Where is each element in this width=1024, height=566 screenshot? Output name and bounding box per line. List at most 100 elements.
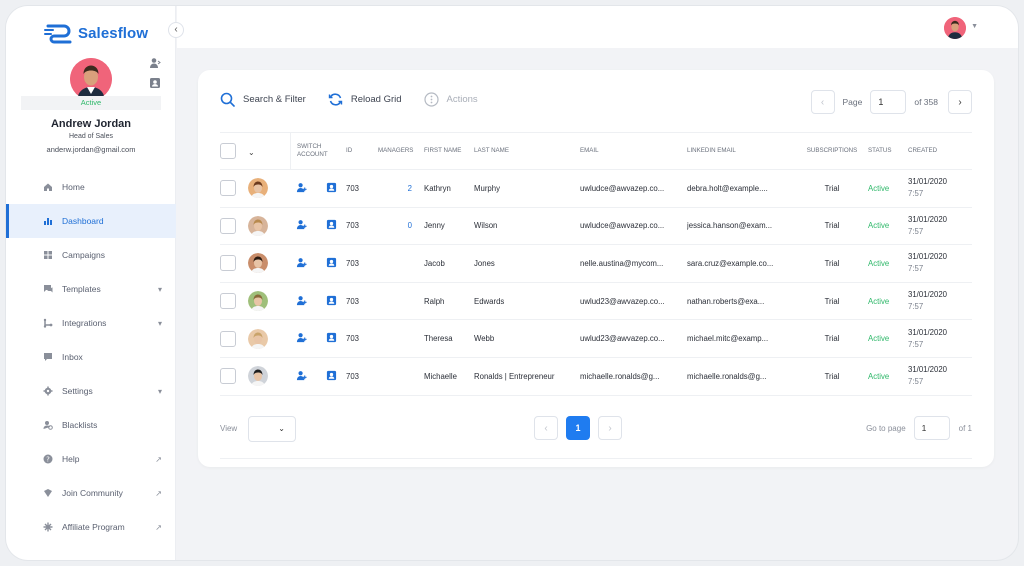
- bar-chart-icon: [44, 218, 52, 225]
- table-row[interactable]: 703 Michaelle Ronalds | Entrepreneur michae…: [220, 358, 972, 396]
- col-managers[interactable]: MANAGERS: [378, 147, 424, 155]
- table-row[interactable]: 703 Jacob Jones nelle.austina@mycom... sara.…: [220, 245, 972, 283]
- row-checkbox[interactable]: [220, 330, 236, 347]
- go-to-page-input[interactable]: 1: [913, 416, 950, 440]
- cell-first-name: Kathryn: [424, 183, 451, 193]
- row-select-cell: [220, 180, 248, 197]
- user-avatar[interactable]: [70, 58, 112, 100]
- account-menu-caret-icon[interactable]: ▼: [971, 23, 978, 30]
- created-date: 31/01/2020: [908, 214, 948, 224]
- contact-card-icon[interactable]: [326, 219, 346, 232]
- sidebar-item-inbox[interactable]: Inbox: [6, 340, 176, 374]
- sidebar-item-templates[interactable]: Templates ▾: [6, 272, 176, 306]
- page-size-select[interactable]: ⌄: [248, 416, 296, 442]
- created-time: 7:57: [908, 302, 924, 312]
- contact-card-icon[interactable]: [326, 182, 346, 195]
- blacklist-icon: [43, 421, 53, 430]
- status-badge: Active: [868, 296, 890, 306]
- sidebar-item-join-community[interactable]: Join Community ↗: [6, 476, 176, 510]
- app-window: Salesflow Active Andrew Jordan Head of S…: [6, 6, 1018, 560]
- cell-email: uwlud23@awvazep.co...: [580, 296, 665, 306]
- cell-created: 31/01/2020 7:57: [908, 289, 960, 313]
- cell-linkedin-email: jessica.hanson@exam...: [687, 221, 773, 231]
- actions-button[interactable]: Actions: [423, 92, 478, 107]
- created-time: 7:57: [908, 377, 924, 387]
- select-all-checkbox[interactable]: [220, 143, 236, 159]
- row-checkbox[interactable]: [220, 255, 236, 272]
- col-id[interactable]: ID: [346, 147, 378, 155]
- col-email[interactable]: EMAIL: [580, 147, 687, 155]
- page-number-input[interactable]: 1: [870, 90, 907, 114]
- divider: [220, 458, 972, 459]
- switch-account-icon[interactable]: [290, 182, 326, 195]
- next-page-button[interactable]: ›: [948, 90, 972, 114]
- cell-first-name: Jenny: [424, 221, 445, 231]
- sidebar-item-affiliate-program[interactable]: Affiliate Program ↗: [6, 510, 176, 544]
- sidebar-item-settings[interactable]: Settings ▾: [6, 374, 176, 408]
- prev-page-button[interactable]: ‹: [810, 90, 835, 114]
- col-switch-account[interactable]: SWITCH ACCOUNT: [290, 132, 346, 170]
- switch-account-icon[interactable]: [290, 370, 326, 383]
- cell-subscription: Trial: [824, 221, 840, 231]
- bottom-pagination: ‹ 1 ›: [534, 416, 622, 440]
- avatar: [248, 215, 268, 236]
- go-to-page-count: of 1: [958, 423, 972, 433]
- cell-subscription: Trial: [824, 183, 840, 193]
- switch-account-icon[interactable]: [290, 295, 326, 308]
- switch-account-icon[interactable]: [290, 332, 326, 345]
- row-checkbox[interactable]: [220, 293, 236, 310]
- table-row[interactable]: 703 0 Jenny Wilson uwludce@awvazep.co... jess…: [220, 208, 972, 246]
- table-row[interactable]: 703 2 Kathryn Murphy uwludce@awvazep.co... de…: [220, 170, 972, 208]
- reload-grid-button[interactable]: Reload Grid: [328, 92, 402, 107]
- col-linkedin-email[interactable]: LINKEDIN EMAIL: [687, 147, 796, 155]
- cell-managers[interactable]: 0: [378, 221, 424, 230]
- cell-id: 703: [346, 183, 360, 193]
- col-subscriptions[interactable]: SUBSCRIPTIONS: [796, 147, 868, 155]
- contact-card-icon[interactable]: [326, 370, 346, 383]
- contact-card-icon[interactable]: [326, 332, 346, 345]
- cell-last-name: Wilson: [474, 221, 498, 231]
- accounts-grid-card: Search & Filter Reload Grid Actions ‹ Pa…: [198, 70, 994, 467]
- prev-page-button[interactable]: ‹: [534, 416, 558, 440]
- collapse-sidebar-button[interactable]: ‹: [168, 22, 184, 38]
- header-select-menu[interactable]: ⌄: [248, 142, 290, 160]
- sidebar-item-help[interactable]: ? Help ↗: [6, 442, 176, 476]
- col-created[interactable]: CREATED: [908, 147, 960, 155]
- brand-logo[interactable]: Salesflow: [44, 22, 148, 44]
- contact-card-icon[interactable]: [326, 295, 346, 308]
- row-checkbox[interactable]: [220, 180, 236, 197]
- switch-user-icon[interactable]: [149, 56, 161, 68]
- col-first-name[interactable]: FIRST NAME: [424, 147, 474, 155]
- cell-linkedin-email: michaelle.ronalds@g...: [687, 371, 767, 381]
- contact-card-icon[interactable]: [326, 257, 346, 270]
- sidebar-item-dashboard[interactable]: Dashboard: [6, 204, 176, 238]
- table-row[interactable]: 703 Ralph Edwards uwlud23@awvazep.co... nath…: [220, 283, 972, 321]
- sidebar-item-campaigns[interactable]: Campaigns: [6, 238, 176, 272]
- sidebar-item-blacklists[interactable]: Blacklists: [6, 408, 176, 442]
- col-last-name[interactable]: LAST NAME: [474, 147, 580, 155]
- cell-last-name: Edwards: [474, 296, 505, 306]
- contact-card-icon[interactable]: [149, 76, 161, 88]
- next-page-button[interactable]: ›: [598, 416, 622, 440]
- table-row[interactable]: 703 Theresa Webb uwlud23@awvazep.co... micha…: [220, 320, 972, 358]
- page-button-current[interactable]: 1: [566, 416, 590, 440]
- cell-managers[interactable]: 2: [378, 184, 424, 193]
- row-checkbox[interactable]: [220, 368, 236, 385]
- switch-account-icon[interactable]: [290, 219, 326, 232]
- sidebar-item-home[interactable]: Home: [6, 170, 176, 204]
- community-icon: [44, 489, 52, 497]
- cell-email: uwlud23@awvazep.co...: [580, 334, 665, 344]
- chat-icon: [44, 285, 53, 293]
- sidebar-item-integrations[interactable]: Integrations ▾: [6, 306, 176, 340]
- col-status[interactable]: STATUS: [868, 147, 908, 155]
- row-avatar-cell: [248, 178, 290, 199]
- row-checkbox[interactable]: [220, 217, 236, 234]
- account-avatar[interactable]: [944, 17, 966, 39]
- svg-text:?: ?: [46, 456, 50, 464]
- salesflow-logo-icon: [44, 24, 72, 44]
- sidebar-item-label: Blacklists: [62, 420, 98, 430]
- actions-label: Actions: [446, 94, 478, 105]
- row-select-cell: [220, 368, 248, 385]
- search-filter-button[interactable]: Search & Filter: [220, 92, 306, 107]
- switch-account-icon[interactable]: [290, 257, 326, 270]
